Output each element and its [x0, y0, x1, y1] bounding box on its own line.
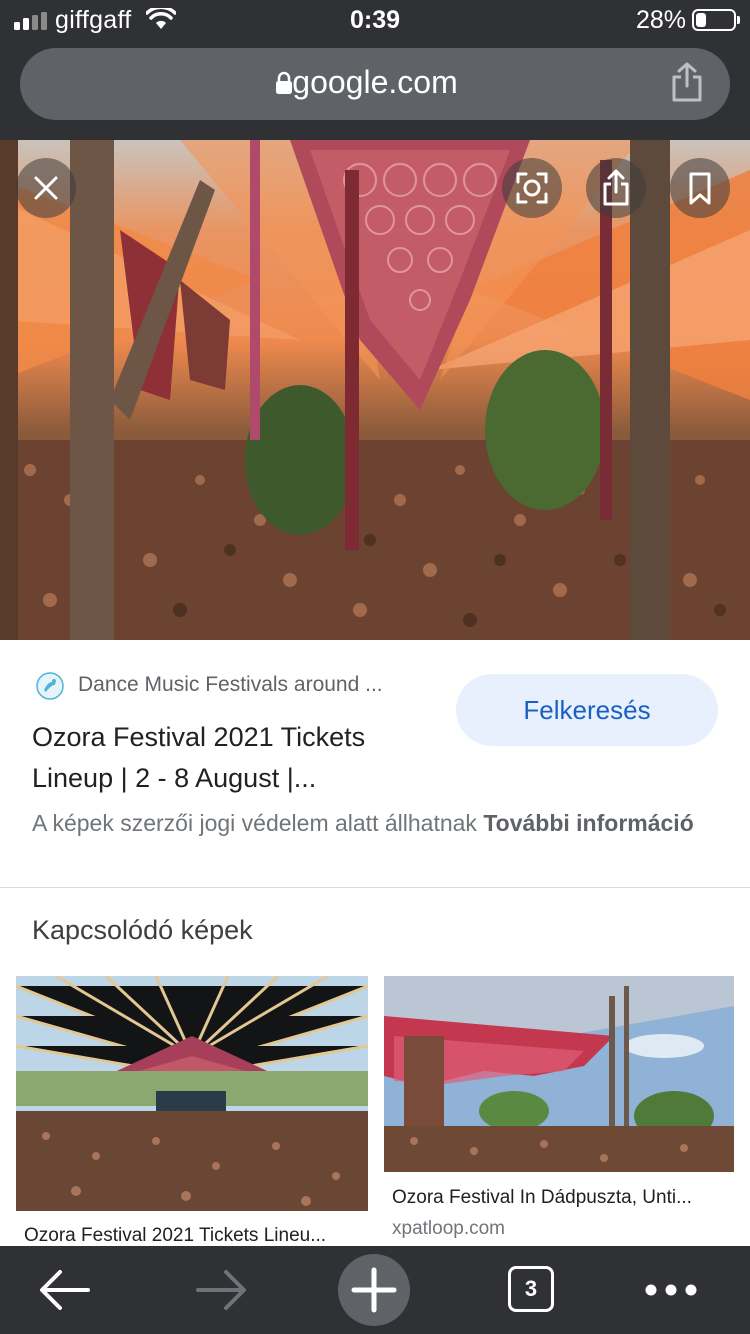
learn-more-link[interactable]: További információ: [483, 810, 693, 836]
url-text[interactable]: google.com: [20, 64, 730, 101]
status-bar: giffgaff 0:39 28%: [0, 0, 750, 42]
close-button[interactable]: [16, 158, 76, 218]
address-bar[interactable]: google.com: [20, 48, 730, 120]
battery-icon: [692, 9, 740, 31]
visit-button[interactable]: Felkeresés: [456, 674, 718, 746]
related-image-1-caption[interactable]: Ozora Festival 2021 Tickets Lineu...: [24, 1225, 364, 1247]
lens-icon: [516, 172, 548, 204]
result-title-line-1: Ozora Festival 2021 Tickets: [32, 722, 366, 752]
related-image-1[interactable]: [16, 976, 368, 1211]
section-divider: [0, 887, 750, 888]
related-image-2-domain: xpatloop.com: [392, 1218, 506, 1239]
related-image-2-photo: [384, 976, 734, 1172]
bottom-toolbar: 3: [0, 1246, 750, 1334]
forward-button[interactable]: [186, 1246, 256, 1334]
copyright-notice: A képek szerzői jogi védelem alatt állha…: [32, 807, 722, 839]
forward-arrow-icon: [196, 1270, 246, 1310]
share-icon: [603, 169, 629, 206]
new-tab-button[interactable]: [338, 1254, 410, 1326]
result-title[interactable]: Ozora Festival 2021 Tickets Lineup | 2 -…: [32, 717, 432, 799]
related-image-2[interactable]: [384, 976, 734, 1172]
lens-button[interactable]: [502, 158, 562, 218]
back-arrow-icon: [40, 1270, 90, 1310]
source-favicon-icon: [36, 672, 64, 700]
more-options-icon: [645, 1284, 697, 1296]
battery-level: [696, 13, 706, 27]
result-title-line-2: Lineup | 2 - 8 August |...: [32, 763, 317, 793]
save-button[interactable]: [670, 158, 730, 218]
preview-image[interactable]: [0, 140, 750, 640]
more-menu-button[interactable]: [636, 1246, 706, 1334]
related-image-1-photo: [16, 976, 368, 1211]
back-button[interactable]: [30, 1246, 100, 1334]
image-share-button[interactable]: [586, 158, 646, 218]
related-image-2-caption[interactable]: Ozora Festival In Dádpuszta, Unti...: [392, 1187, 730, 1209]
close-icon: [34, 176, 58, 200]
source-name[interactable]: Dance Music Festivals around ...: [78, 673, 428, 697]
battery-percentage: 28%: [635, 6, 686, 34]
browser-top-chrome: giffgaff 0:39 28% google.com: [0, 0, 750, 140]
bookmark-icon: [689, 172, 711, 205]
plus-icon: [351, 1267, 397, 1313]
related-images-heading: Kapcsolódó képek: [32, 915, 253, 945]
copyright-text: A képek szerzői jogi védelem alatt állha…: [32, 810, 477, 836]
tab-switcher-button[interactable]: 3: [508, 1266, 554, 1312]
share-icon[interactable]: [670, 62, 704, 102]
